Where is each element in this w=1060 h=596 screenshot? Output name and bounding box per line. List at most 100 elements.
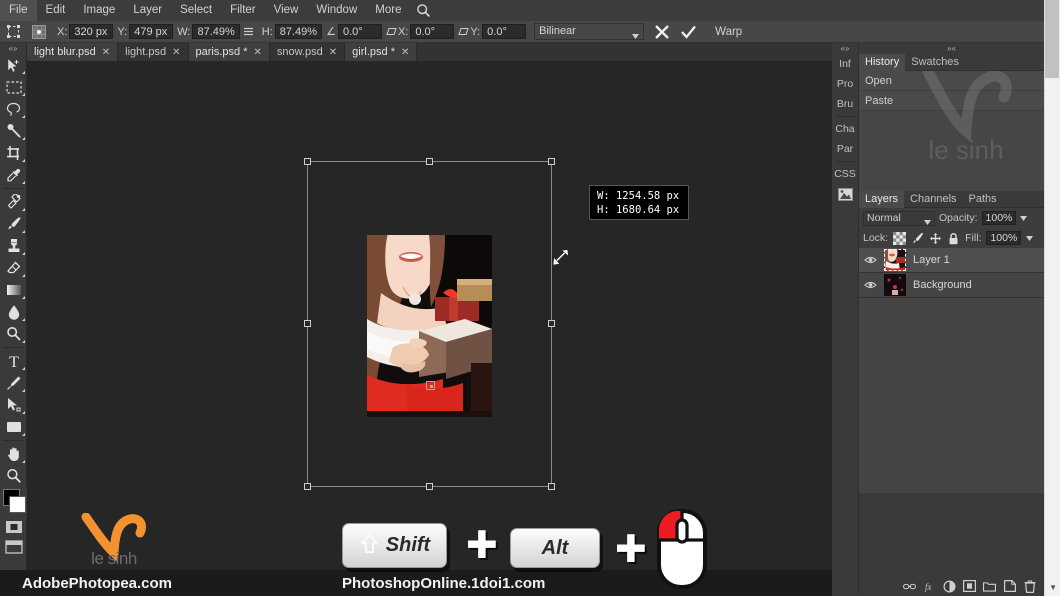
lock-all-icon[interactable] [947, 232, 960, 245]
opacity-chevron-down-icon[interactable] [1020, 212, 1028, 224]
scrollbar-thumb[interactable] [1045, 0, 1059, 78]
lock-pixels-icon[interactable] [911, 232, 924, 245]
magic-wand-tool[interactable] [0, 120, 27, 142]
fill-input[interactable]: 100% [986, 231, 1022, 245]
menu-item-file[interactable]: File [0, 0, 37, 21]
layer-row-layer-1[interactable]: Layer 1 [859, 248, 1044, 273]
menu-item-image[interactable]: Image [74, 0, 124, 21]
reference-point-icon[interactable] [29, 22, 49, 42]
lock-transparency-icon[interactable] [893, 231, 907, 245]
document-tab-paris[interactable]: paris.psd * ✕ [188, 43, 270, 61]
tab-swatches[interactable]: Swatches [905, 54, 965, 71]
lasso-tool[interactable] [0, 98, 27, 120]
background-color-swatch[interactable] [9, 496, 26, 513]
menu-item-filter[interactable]: Filter [221, 0, 265, 21]
transform-handle-bottom-center[interactable] [425, 483, 433, 490]
eyedropper-tool[interactable] [0, 164, 27, 186]
document-tab-girl[interactable]: girl.psd * ✕ [345, 43, 418, 61]
dodge-tool[interactable] [0, 323, 27, 345]
clone-stamp-tool[interactable] [0, 235, 27, 257]
close-icon[interactable]: ✕ [102, 47, 110, 58]
blend-mode-select[interactable]: Normal [863, 210, 935, 226]
transform-handle-top-left[interactable] [304, 158, 311, 165]
document-tab-snow[interactable]: snow.psd ✕ [269, 43, 346, 61]
tab-layers[interactable]: Layers [859, 191, 905, 208]
tab-channels[interactable]: Channels [904, 191, 962, 208]
panel-tab-info[interactable]: Inf [832, 54, 858, 74]
menu-item-select[interactable]: Select [171, 0, 221, 21]
adjustment-layer-icon[interactable] [943, 579, 956, 593]
free-transform-icon[interactable] [3, 22, 23, 42]
pen-tool[interactable] [0, 372, 27, 394]
healing-brush-tool[interactable] [0, 191, 27, 213]
color-swatches[interactable] [0, 487, 27, 517]
layer-thumbnail[interactable] [884, 249, 906, 271]
shape-tool[interactable] [0, 416, 27, 438]
layer-style-icon[interactable]: fx [923, 580, 936, 593]
dock-collapse-icon[interactable]: «» [832, 43, 858, 54]
transform-handle-top-center[interactable] [425, 158, 433, 165]
link-layers-icon[interactable] [903, 580, 916, 593]
interpolation-select[interactable]: Bilinear [534, 23, 645, 40]
brush-tool[interactable] [0, 213, 27, 235]
opacity-input[interactable]: 100% [981, 211, 1017, 225]
new-group-icon[interactable] [983, 580, 996, 593]
transform-handle-top-right[interactable] [548, 158, 555, 165]
delete-layer-icon[interactable] [1023, 579, 1036, 593]
page-vertical-scrollbar[interactable]: ▼ [1044, 0, 1060, 596]
transform-center-point[interactable] [426, 381, 435, 390]
close-icon[interactable]: ✕ [329, 47, 337, 58]
commit-transform-button[interactable] [680, 24, 697, 40]
search-icon[interactable] [416, 3, 431, 18]
gradient-tool[interactable] [0, 279, 27, 301]
path-select-tool[interactable] [0, 394, 27, 416]
cancel-transform-button[interactable] [654, 24, 670, 40]
panel-tab-properties[interactable]: Pro [832, 74, 858, 94]
quick-mask-icon[interactable] [0, 517, 27, 537]
close-icon[interactable]: ✕ [254, 47, 262, 58]
panels-collapse-icon[interactable]: »« [859, 43, 1044, 54]
skew-x-input[interactable]: 0.0° [410, 24, 455, 39]
panel-tab-css[interactable]: CSS [832, 164, 858, 184]
rectangular-marquee-tool[interactable] [0, 76, 27, 98]
w-input[interactable]: 87.49% [192, 24, 240, 39]
crop-tool[interactable] [0, 142, 27, 164]
layer-row-background[interactable]: Background [859, 273, 1044, 298]
eraser-tool[interactable] [0, 257, 27, 279]
close-icon[interactable]: ✕ [172, 47, 180, 58]
menu-item-view[interactable]: View [265, 0, 308, 21]
tab-paths[interactable]: Paths [963, 191, 1003, 208]
new-layer-icon[interactable] [1003, 580, 1016, 593]
history-entry-open[interactable]: Open [859, 71, 1044, 91]
link-chain-icon[interactable] [242, 26, 256, 37]
hand-tool[interactable] [0, 443, 27, 465]
eye-icon[interactable] [864, 255, 877, 265]
move-tool[interactable] [0, 54, 27, 76]
menu-item-edit[interactable]: Edit [37, 0, 75, 21]
document-tab-light[interactable]: light.psd ✕ [118, 43, 189, 61]
x-input[interactable]: 320 px [69, 24, 114, 39]
angle-input[interactable]: 0.0° [337, 24, 382, 39]
zoom-tool[interactable] [0, 465, 27, 487]
transform-handle-bottom-right[interactable] [548, 483, 555, 490]
layer-thumbnail[interactable] [884, 274, 906, 296]
y-input[interactable]: 479 px [129, 24, 174, 39]
tab-history[interactable]: History [859, 54, 906, 71]
type-tool[interactable]: T [0, 350, 27, 372]
document-tab-light-blur[interactable]: light blur.psd ✕ [27, 43, 119, 61]
scrollbar-down-arrow-icon[interactable]: ▼ [1049, 583, 1057, 592]
panel-tab-brushes[interactable]: Bru [832, 94, 858, 114]
screen-mode-icon[interactable] [0, 537, 27, 557]
menu-item-layer[interactable]: Layer [124, 0, 171, 21]
history-entry-paste[interactable]: Paste [859, 91, 1044, 111]
menu-item-more[interactable]: More [366, 0, 410, 21]
transform-handle-bottom-left[interactable] [304, 483, 311, 490]
toolbar-collapse-icon[interactable]: «» [0, 43, 26, 54]
h-input[interactable]: 87.49% [274, 24, 323, 39]
blur-tool[interactable] [0, 301, 27, 323]
close-icon[interactable]: ✕ [401, 47, 409, 58]
transform-handle-middle-right[interactable] [548, 320, 555, 327]
image-panel-icon[interactable] [832, 184, 858, 204]
skew-y-input[interactable]: 0.0° [482, 24, 527, 39]
transform-handle-middle-left[interactable] [304, 320, 311, 327]
